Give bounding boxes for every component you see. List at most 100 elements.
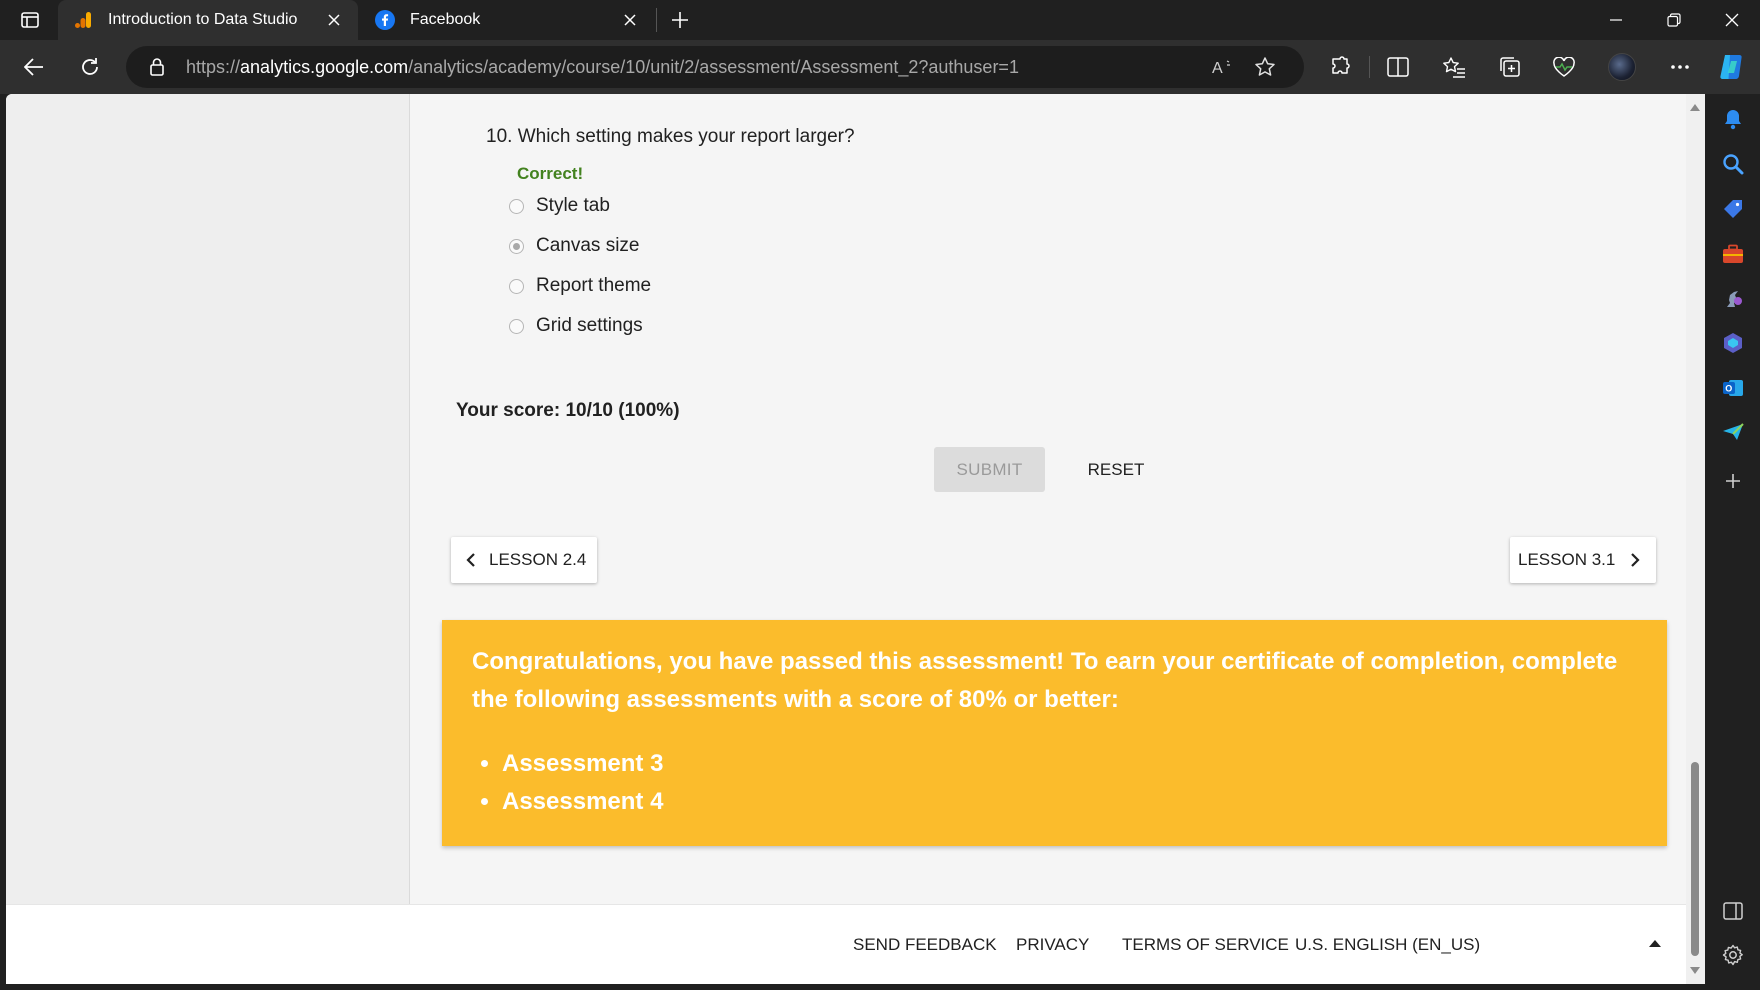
collections-icon (1500, 57, 1520, 77)
browser-essentials-button[interactable] (1546, 50, 1582, 84)
submit-button[interactable]: SUBMIT (934, 447, 1045, 492)
copilot-icon (1720, 55, 1742, 79)
settings-gear-icon[interactable] (1720, 942, 1746, 968)
refresh-icon (82, 58, 98, 75)
facebook-favicon-icon (374, 9, 396, 31)
page-scrollbar[interactable] (1686, 94, 1705, 984)
collections-button[interactable] (1492, 50, 1528, 84)
copilot-button[interactable] (1714, 50, 1750, 84)
refresh-button[interactable] (72, 50, 108, 84)
extensions-button[interactable] (1322, 50, 1358, 84)
previous-lesson-label: LESSON 2.4 (489, 550, 587, 569)
browser-toolbar: https://analytics.google.com/analytics/a… (0, 40, 1760, 94)
profile-button[interactable] (1604, 50, 1640, 84)
language-selector[interactable]: U.S. ENGLISH (EN_US) (1295, 935, 1480, 955)
page-viewport: 10. Which setting makes your report larg… (6, 94, 1705, 984)
back-button[interactable] (16, 50, 52, 84)
scroll-down-arrow-icon[interactable] (1690, 967, 1700, 974)
terms-of-service-link[interactable]: TERMS OF SERVICE (1122, 935, 1289, 955)
sidebar-toggle-icon[interactable] (1720, 898, 1746, 924)
favorites-button[interactable] (1436, 50, 1472, 84)
radio-button[interactable] (509, 198, 524, 214)
url-path: /analytics/academy/course/10/unit/2/asse… (408, 57, 1019, 77)
close-icon (1725, 13, 1739, 27)
read-aloud-icon[interactable]: A (1210, 54, 1236, 80)
svg-text:A: A (1212, 60, 1223, 76)
browser-titlebar: Introduction to Data Studio Facebook (0, 0, 1760, 40)
radio-button-selected[interactable] (509, 238, 524, 254)
split-screen-button[interactable] (1380, 50, 1416, 84)
previous-lesson-button[interactable]: LESSON 2.4 (451, 537, 597, 583)
restore-button[interactable] (1646, 0, 1702, 40)
scrollbar-thumb[interactable] (1691, 762, 1699, 956)
caret-up-icon[interactable] (1649, 940, 1661, 947)
puzzle-icon (1332, 56, 1350, 74)
new-tab-button[interactable] (666, 6, 694, 34)
shopping-tag-icon[interactable] (1720, 196, 1746, 222)
more-dots-icon (1671, 65, 1689, 69)
favorites-list-icon (1443, 57, 1465, 78)
send-feedback-link[interactable]: SEND FEEDBACK (853, 935, 997, 955)
plus-icon[interactable] (1720, 468, 1746, 494)
close-icon[interactable] (322, 8, 346, 32)
minimize-button[interactable] (1588, 0, 1644, 40)
split-screen-icon (1387, 57, 1409, 77)
left-sidebar-panel (6, 94, 410, 904)
question-text: 10. Which setting makes your report larg… (486, 126, 855, 147)
edge-sidebar: O (1706, 94, 1760, 990)
next-lesson-label: LESSON 3.1 (1518, 550, 1616, 569)
restore-icon (1667, 13, 1681, 27)
url-scheme: https:// (186, 57, 241, 77)
radio-button[interactable] (509, 278, 524, 294)
option-report-theme[interactable]: Report theme (509, 272, 651, 300)
list-item: Assessment 3 (502, 745, 663, 783)
favorite-star-icon[interactable] (1252, 54, 1278, 80)
back-arrow-icon (24, 58, 43, 76)
tab-facebook[interactable]: Facebook (360, 0, 654, 40)
close-icon[interactable] (618, 8, 642, 32)
search-icon[interactable] (1720, 151, 1746, 177)
privacy-link[interactable]: PRIVACY (1016, 935, 1089, 955)
tab-separator (656, 8, 657, 32)
chevron-right-icon (1625, 550, 1645, 570)
score-text: Your score: 10/10 (100%) (456, 400, 680, 421)
banner-message: Congratulations, you have passed this as… (472, 648, 1618, 713)
svg-text:O: O (1725, 384, 1732, 394)
more-button[interactable] (1662, 50, 1698, 84)
option-label: Style tab (536, 195, 610, 216)
tab-title: Introduction to Data Studio (108, 11, 298, 28)
outlook-icon[interactable]: O (1720, 375, 1746, 401)
option-canvas-size[interactable]: Canvas size (509, 232, 640, 260)
option-label: Report theme (536, 275, 652, 296)
toolbar-separator (1369, 56, 1370, 78)
radio-button[interactable] (509, 318, 524, 334)
minimize-icon (1610, 19, 1622, 21)
tab-actions-button[interactable] (14, 8, 46, 32)
option-style-tab[interactable]: Style tab (509, 192, 610, 220)
tools-briefcase-icon[interactable] (1720, 241, 1746, 267)
url-text[interactable]: https://analytics.google.com/analytics/a… (186, 57, 1019, 78)
reset-button[interactable]: RESET (1061, 447, 1171, 492)
send-icon[interactable] (1720, 419, 1746, 445)
chevron-left-icon (461, 550, 481, 570)
page-footer: SEND FEEDBACK PRIVACY TERMS OF SERVICE U… (6, 904, 1705, 984)
games-icon[interactable] (1720, 285, 1746, 311)
option-grid-settings[interactable]: Grid settings (509, 312, 643, 340)
microsoft-365-icon[interactable] (1720, 330, 1746, 356)
next-lesson-button[interactable]: LESSON 3.1 (1510, 537, 1656, 583)
url-host: analytics.google.com (240, 57, 409, 77)
scroll-up-arrow-icon[interactable] (1690, 104, 1700, 111)
list-item: Assessment 4 (502, 783, 663, 821)
congratulations-banner: Congratulations, you have passed this as… (442, 620, 1667, 846)
remaining-assessments-list: Assessment 3 Assessment 4 (502, 745, 663, 821)
address-bar[interactable]: https://analytics.google.com/analytics/a… (126, 46, 1304, 88)
plus-icon (672, 12, 688, 28)
lock-icon[interactable] (146, 56, 168, 78)
close-window-button[interactable] (1704, 0, 1760, 40)
heart-pulse-icon (1553, 57, 1575, 77)
tab-introduction-to-data-studio[interactable]: Introduction to Data Studio (58, 0, 358, 40)
bell-icon[interactable] (1720, 106, 1746, 132)
answer-feedback: Correct! (517, 164, 584, 183)
option-label: Canvas size (536, 235, 640, 256)
tab-title: Facebook (410, 11, 481, 28)
